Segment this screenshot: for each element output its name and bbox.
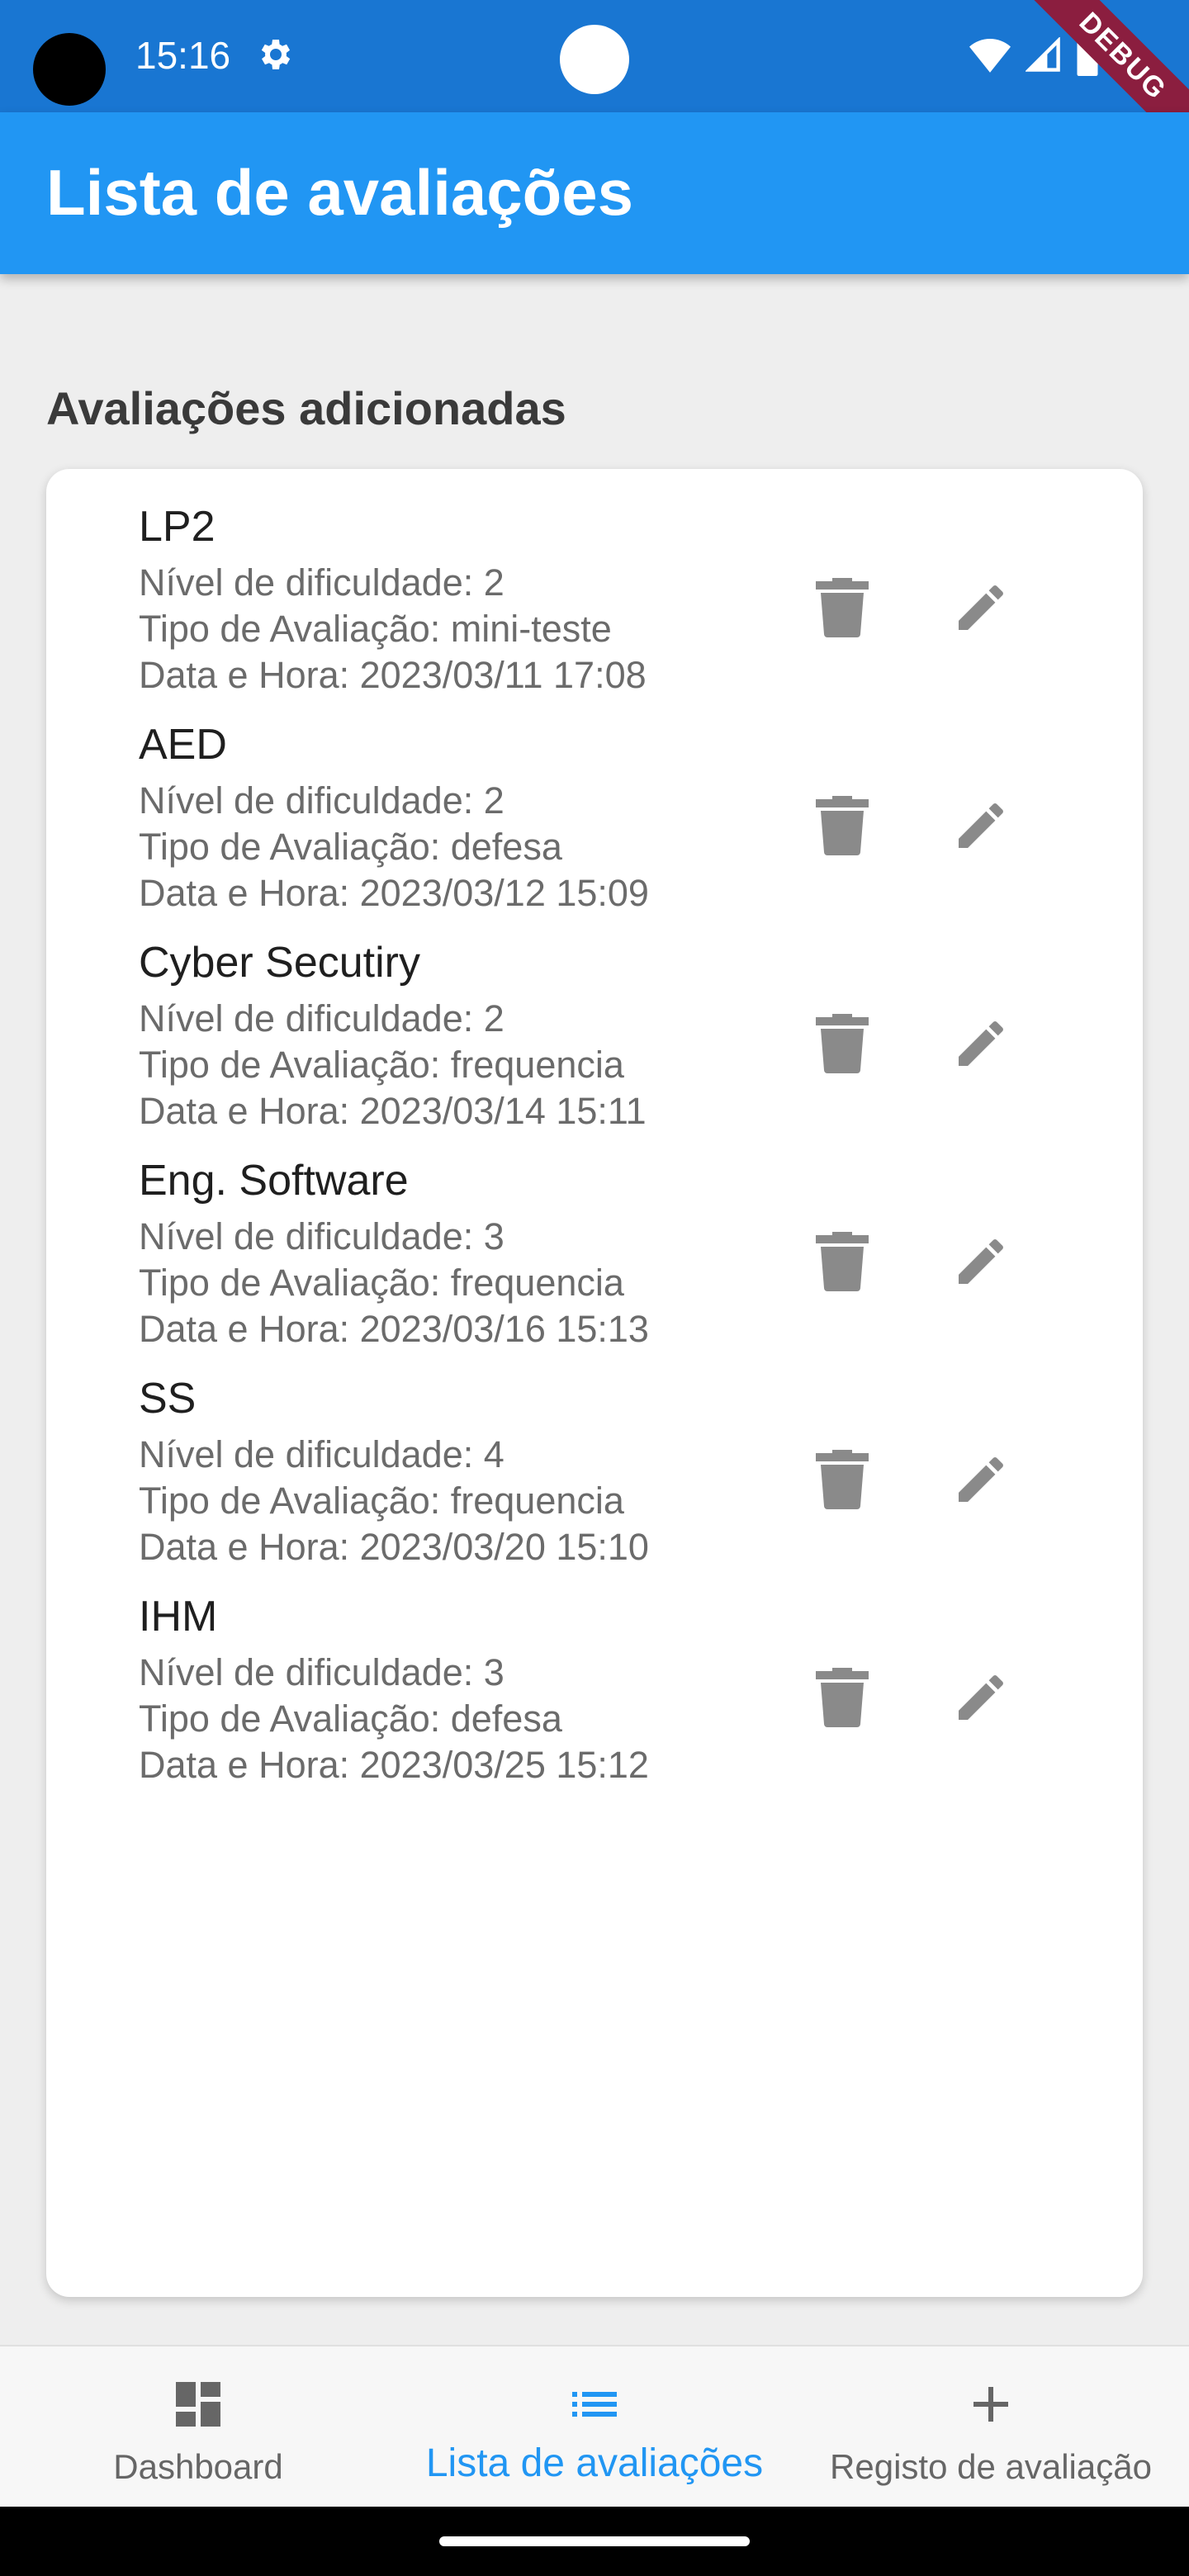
item-datetime: Data e Hora: 2023/03/25 15:12 [139, 1744, 649, 1786]
item-type: Tipo de Avaliação: frequencia [139, 1480, 624, 1522]
list-item[interactable]: Eng. Software Nível de dificuldade: 3 Ti… [46, 1123, 1143, 1350]
trash-icon [816, 1450, 869, 1509]
nav-label: Registo de avaliação [830, 2447, 1152, 2486]
delete-button[interactable] [803, 1222, 882, 1301]
wifi-icon [969, 37, 1011, 78]
add-icon [961, 2375, 1021, 2434]
page-title: Lista de avaliações [46, 156, 634, 229]
signal-icon [1025, 36, 1062, 78]
item-title: LP2 [139, 503, 216, 551]
edit-button[interactable] [941, 1222, 1021, 1301]
pencil-icon [959, 1457, 1003, 1502]
pencil-icon [959, 803, 1003, 848]
trash-icon [816, 1232, 869, 1291]
item-title: IHM [139, 1593, 218, 1641]
nav-label: Dashboard [113, 2447, 283, 2486]
list-item[interactable]: Cyber Secutiry Nível de dificuldade: 2 T… [46, 905, 1143, 1132]
delete-button[interactable] [803, 1004, 882, 1083]
item-difficulty: Nível de dificuldade: 4 [139, 1433, 504, 1475]
item-difficulty: Nível de dificuldade: 2 [139, 779, 504, 822]
list-icon [565, 2375, 624, 2434]
nav-item-lista[interactable]: Lista de avaliações [396, 2346, 793, 2508]
center-notch [560, 25, 629, 94]
item-difficulty: Nível de dificuldade: 2 [139, 997, 504, 1039]
item-difficulty: Nível de dificuldade: 3 [139, 1651, 504, 1693]
pencil-icon [959, 1675, 1003, 1720]
home-gesture-handle[interactable] [439, 2536, 750, 2546]
dashboard-icon [168, 2375, 228, 2434]
item-type: Tipo de Avaliação: frequencia [139, 1262, 624, 1304]
gear-icon [254, 35, 294, 74]
edit-button[interactable] [941, 1004, 1021, 1083]
item-difficulty: Nível de dificuldade: 3 [139, 1215, 504, 1257]
delete-button[interactable] [803, 1658, 882, 1737]
edit-button[interactable] [941, 568, 1021, 647]
edit-button[interactable] [941, 786, 1021, 865]
edit-button[interactable] [941, 1658, 1021, 1737]
nav-label: Lista de avaliações [425, 2441, 764, 2485]
camera-cutout [33, 33, 106, 106]
app-bar: Lista de avaliações [0, 112, 1189, 274]
list-item[interactable]: LP2 Nível de dificuldade: 2 Tipo de Aval… [46, 469, 1143, 696]
pencil-icon [959, 585, 1003, 630]
section-title: Avaliações adicionadas [46, 382, 566, 434]
item-type: Tipo de Avaliação: frequencia [139, 1044, 624, 1086]
item-title: AED [139, 721, 227, 769]
delete-button[interactable] [803, 568, 882, 647]
nav-item-dashboard[interactable]: Dashboard [0, 2346, 396, 2508]
evaluations-card: LP2 Nível de dificuldade: 2 Tipo de Aval… [46, 469, 1143, 2297]
item-type: Tipo de Avaliação: defesa [139, 1698, 562, 1740]
delete-button[interactable] [803, 786, 882, 865]
list-item[interactable]: SS Nível de dificuldade: 4 Tipo de Avali… [46, 1341, 1143, 1568]
pencil-icon [959, 1239, 1003, 1284]
item-difficulty: Nível de dificuldade: 2 [139, 561, 504, 604]
list-item[interactable]: AED Nível de dificuldade: 2 Tipo de Aval… [46, 687, 1143, 914]
item-type: Tipo de Avaliação: mini-teste [139, 608, 612, 650]
edit-button[interactable] [941, 1440, 1021, 1519]
nav-item-registo[interactable]: Registo de avaliação [793, 2346, 1189, 2508]
delete-button[interactable] [803, 1440, 882, 1519]
item-type: Tipo de Avaliação: defesa [139, 826, 562, 868]
trash-icon [816, 578, 869, 637]
trash-icon [816, 1014, 869, 1073]
trash-icon [816, 1668, 869, 1727]
status-bar: 15:16 DEBUG [0, 0, 1189, 166]
trash-icon [816, 796, 869, 855]
pencil-icon [959, 1021, 1003, 1066]
list-item[interactable]: IHM Nível de dificuldade: 3 Tipo de Aval… [46, 1559, 1143, 1786]
bottom-navigation: Dashboard Lista de avaliações Registo de… [0, 2345, 1189, 2508]
item-title: Eng. Software [139, 1157, 409, 1205]
item-title: Cyber Secutiry [139, 939, 420, 987]
item-title: SS [139, 1375, 197, 1423]
status-time: 15:16 [135, 34, 231, 77]
gesture-bar [0, 2507, 1189, 2576]
